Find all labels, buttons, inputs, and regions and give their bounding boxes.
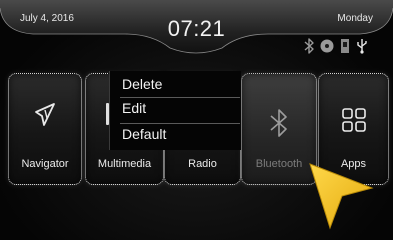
apps-grid-icon	[342, 108, 366, 132]
navigator-tile[interactable]: Navigator	[8, 73, 82, 185]
bluetooth-icon	[270, 109, 287, 137]
menu-divider	[120, 97, 240, 98]
menu-item-edit[interactable]: Edit	[122, 100, 146, 116]
usb-icon	[357, 39, 367, 54]
bluetooth-label: Bluetooth	[255, 158, 303, 170]
day-label: Monday	[337, 13, 373, 24]
menu-item-default[interactable]: Default	[122, 126, 166, 142]
sd-card-icon	[341, 39, 349, 53]
menu-item-delete[interactable]: Delete	[122, 76, 162, 92]
bluetooth-icon	[304, 38, 314, 54]
bluetooth-tile[interactable]: Bluetooth	[241, 73, 317, 185]
disc-icon	[320, 39, 334, 53]
hand-pointer-arrow-icon	[309, 163, 374, 230]
navigation-arrow-icon	[35, 103, 55, 126]
home-screen: July 4, 2016 07:21 Monday Navigator Mult…	[0, 0, 393, 240]
multimedia-label: Multimedia	[97, 158, 152, 170]
radio-label: Radio	[188, 158, 217, 170]
navigator-label: Navigator	[21, 158, 69, 170]
context-menu: Delete Edit Default	[109, 71, 241, 150]
menu-divider	[120, 123, 240, 124]
